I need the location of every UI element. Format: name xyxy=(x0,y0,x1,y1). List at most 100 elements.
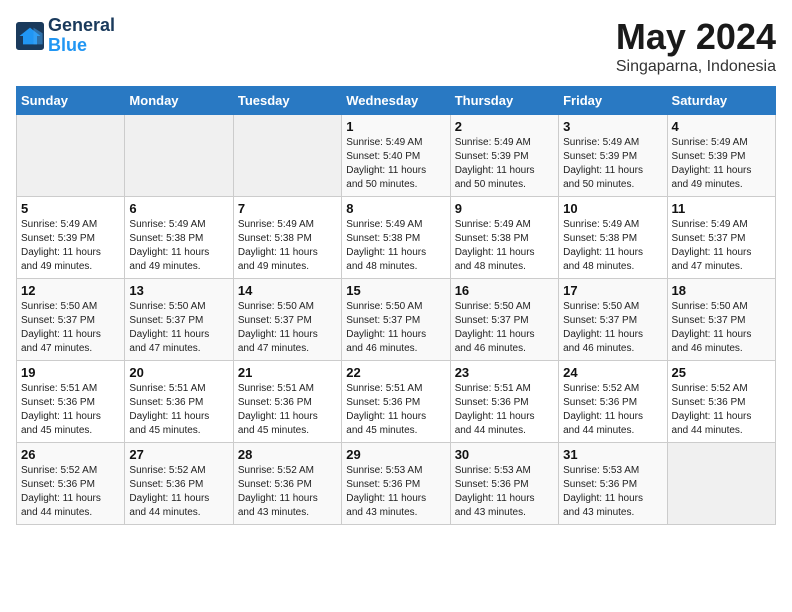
logo-line1: General xyxy=(48,16,115,36)
calendar-week-1: 1 Sunrise: 5:49 AMSunset: 5:40 PMDaylight… xyxy=(17,115,776,197)
day-number: 20 xyxy=(129,365,228,380)
day-info: Sunrise: 5:50 AMSunset: 5:37 PMDaylight:… xyxy=(21,300,120,356)
day-info: Sunrise: 5:49 AMSunset: 5:39 PMDaylight:… xyxy=(455,136,554,192)
weekday-header-row: SundayMondayTuesdayWednesdayThursdayFrid… xyxy=(17,87,776,115)
day-number: 17 xyxy=(563,283,662,298)
weekday-header-thursday: Thursday xyxy=(450,87,558,115)
day-info: Sunrise: 5:50 AMSunset: 5:37 PMDaylight:… xyxy=(346,300,445,356)
calendar-title: May 2024 xyxy=(616,16,776,58)
day-info: Sunrise: 5:51 AMSunset: 5:36 PMDaylight:… xyxy=(455,382,554,438)
weekday-header-friday: Friday xyxy=(559,87,667,115)
day-info: Sunrise: 5:52 AMSunset: 5:36 PMDaylight:… xyxy=(672,382,771,438)
day-number: 12 xyxy=(21,283,120,298)
day-info: Sunrise: 5:49 AMSunset: 5:38 PMDaylight:… xyxy=(563,218,662,274)
calendar-cell: 19 Sunrise: 5:51 AMSunset: 5:36 PMDayligh… xyxy=(17,361,125,443)
day-info: Sunrise: 5:53 AMSunset: 5:36 PMDaylight:… xyxy=(563,464,662,520)
header: General Blue May 2024 Singaparna, Indone… xyxy=(16,16,776,76)
day-info: Sunrise: 5:49 AMSunset: 5:38 PMDaylight:… xyxy=(238,218,337,274)
weekday-header-sunday: Sunday xyxy=(17,87,125,115)
day-number: 29 xyxy=(346,447,445,462)
calendar-cell: 14 Sunrise: 5:50 AMSunset: 5:37 PMDayligh… xyxy=(233,279,341,361)
day-number: 23 xyxy=(455,365,554,380)
calendar-cell: 26Sunrise: 5:52 AMSunset: 5:36 PMDayligh… xyxy=(17,443,125,525)
weekday-header-saturday: Saturday xyxy=(667,87,775,115)
day-number: 8 xyxy=(346,201,445,216)
title-area: May 2024 Singaparna, Indonesia xyxy=(616,16,776,76)
calendar-cell: 4Sunrise: 5:49 AMSunset: 5:39 PMDaylight… xyxy=(667,115,775,197)
day-info: Sunrise: 5:53 AMSunset: 5:36 PMDaylight:… xyxy=(455,464,554,520)
day-number: 30 xyxy=(455,447,554,462)
calendar-week-3: 12 Sunrise: 5:50 AMSunset: 5:37 PMDayligh… xyxy=(17,279,776,361)
calendar-cell xyxy=(667,443,775,525)
day-info: Sunrise: 5:50 AMSunset: 5:37 PMDaylight:… xyxy=(129,300,228,356)
calendar-week-4: 19 Sunrise: 5:51 AMSunset: 5:36 PMDayligh… xyxy=(17,361,776,443)
calendar-cell: 10 Sunrise: 5:49 AMSunset: 5:38 PMDayligh… xyxy=(559,197,667,279)
day-info: Sunrise: 5:51 AMSunset: 5:36 PMDaylight:… xyxy=(21,382,120,438)
day-info: Sunrise: 5:49 AMSunset: 5:38 PMDaylight:… xyxy=(129,218,228,274)
day-number: 13 xyxy=(129,283,228,298)
calendar-cell: 22 Sunrise: 5:51 AMSunset: 5:36 PMDayligh… xyxy=(342,361,450,443)
day-number: 1 xyxy=(346,119,445,134)
calendar-cell: 16Sunrise: 5:50 AMSunset: 5:37 PMDayligh… xyxy=(450,279,558,361)
calendar-week-2: 5 Sunrise: 5:49 AMSunset: 5:39 PMDaylight… xyxy=(17,197,776,279)
calendar-cell: 17Sunrise: 5:50 AMSunset: 5:37 PMDayligh… xyxy=(559,279,667,361)
day-number: 7 xyxy=(238,201,337,216)
day-number: 5 xyxy=(21,201,120,216)
calendar-cell: 3Sunrise: 5:49 AMSunset: 5:39 PMDaylight… xyxy=(559,115,667,197)
day-info: Sunrise: 5:49 AMSunset: 5:39 PMDaylight:… xyxy=(21,218,120,274)
day-number: 14 xyxy=(238,283,337,298)
calendar-week-5: 26Sunrise: 5:52 AMSunset: 5:36 PMDayligh… xyxy=(17,443,776,525)
day-number: 10 xyxy=(563,201,662,216)
day-number: 28 xyxy=(238,447,337,462)
calendar-cell xyxy=(17,115,125,197)
calendar-cell: 7 Sunrise: 5:49 AMSunset: 5:38 PMDaylight… xyxy=(233,197,341,279)
day-info: Sunrise: 5:51 AMSunset: 5:36 PMDaylight:… xyxy=(346,382,445,438)
calendar-cell: 13 Sunrise: 5:50 AMSunset: 5:37 PMDayligh… xyxy=(125,279,233,361)
calendar-cell: 15Sunrise: 5:50 AMSunset: 5:37 PMDayligh… xyxy=(342,279,450,361)
calendar-cell: 27 Sunrise: 5:52 AMSunset: 5:36 PMDayligh… xyxy=(125,443,233,525)
day-number: 9 xyxy=(455,201,554,216)
day-info: Sunrise: 5:52 AMSunset: 5:36 PMDaylight:… xyxy=(238,464,337,520)
calendar-cell: 11 Sunrise: 5:49 AMSunset: 5:37 PMDayligh… xyxy=(667,197,775,279)
day-info: Sunrise: 5:49 AMSunset: 5:38 PMDaylight:… xyxy=(346,218,445,274)
day-number: 31 xyxy=(563,447,662,462)
day-number: 6 xyxy=(129,201,228,216)
day-number: 21 xyxy=(238,365,337,380)
day-info: Sunrise: 5:49 AMSunset: 5:39 PMDaylight:… xyxy=(672,136,771,192)
day-info: Sunrise: 5:51 AMSunset: 5:36 PMDaylight:… xyxy=(129,382,228,438)
day-info: Sunrise: 5:49 AMSunset: 5:37 PMDaylight:… xyxy=(672,218,771,274)
calendar-cell: 12 Sunrise: 5:50 AMSunset: 5:37 PMDayligh… xyxy=(17,279,125,361)
day-number: 24 xyxy=(563,365,662,380)
day-info: Sunrise: 5:49 AMSunset: 5:39 PMDaylight:… xyxy=(563,136,662,192)
calendar-cell: 30 Sunrise: 5:53 AMSunset: 5:36 PMDayligh… xyxy=(450,443,558,525)
weekday-header-monday: Monday xyxy=(125,87,233,115)
day-number: 11 xyxy=(672,201,771,216)
day-number: 16 xyxy=(455,283,554,298)
calendar-cell: 20 Sunrise: 5:51 AMSunset: 5:36 PMDayligh… xyxy=(125,361,233,443)
calendar-table: SundayMondayTuesdayWednesdayThursdayFrid… xyxy=(16,86,776,525)
day-info: Sunrise: 5:49 AMSunset: 5:40 PMDaylight:… xyxy=(346,136,445,192)
day-number: 22 xyxy=(346,365,445,380)
day-info: Sunrise: 5:49 AMSunset: 5:38 PMDaylight:… xyxy=(455,218,554,274)
day-number: 25 xyxy=(672,365,771,380)
day-info: Sunrise: 5:50 AMSunset: 5:37 PMDaylight:… xyxy=(238,300,337,356)
day-info: Sunrise: 5:50 AMSunset: 5:37 PMDaylight:… xyxy=(672,300,771,356)
calendar-cell: 2 Sunrise: 5:49 AMSunset: 5:39 PMDaylight… xyxy=(450,115,558,197)
day-info: Sunrise: 5:53 AMSunset: 5:36 PMDaylight:… xyxy=(346,464,445,520)
logo-icon xyxy=(16,22,44,50)
calendar-cell: 24Sunrise: 5:52 AMSunset: 5:36 PMDayligh… xyxy=(559,361,667,443)
weekday-header-wednesday: Wednesday xyxy=(342,87,450,115)
calendar-cell: 1 Sunrise: 5:49 AMSunset: 5:40 PMDaylight… xyxy=(342,115,450,197)
day-number: 27 xyxy=(129,447,228,462)
calendar-cell: 9 Sunrise: 5:49 AMSunset: 5:38 PMDaylight… xyxy=(450,197,558,279)
day-number: 19 xyxy=(21,365,120,380)
day-info: Sunrise: 5:52 AMSunset: 5:36 PMDaylight:… xyxy=(129,464,228,520)
day-number: 2 xyxy=(455,119,554,134)
calendar-cell xyxy=(233,115,341,197)
calendar-subtitle: Singaparna, Indonesia xyxy=(616,58,776,76)
calendar-cell: 8 Sunrise: 5:49 AMSunset: 5:38 PMDaylight… xyxy=(342,197,450,279)
calendar-cell: 28 Sunrise: 5:52 AMSunset: 5:36 PMDayligh… xyxy=(233,443,341,525)
calendar-cell xyxy=(125,115,233,197)
calendar-cell: 29 Sunrise: 5:53 AMSunset: 5:36 PMDayligh… xyxy=(342,443,450,525)
calendar-cell: 5 Sunrise: 5:49 AMSunset: 5:39 PMDaylight… xyxy=(17,197,125,279)
